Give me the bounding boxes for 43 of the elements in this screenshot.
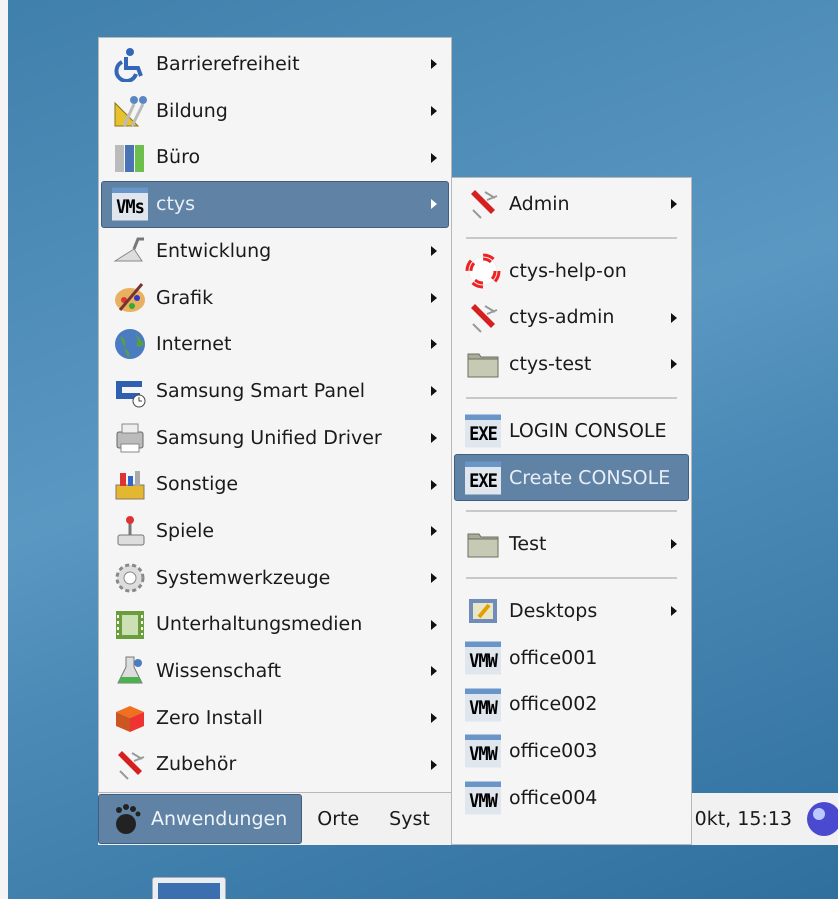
menu-item[interactable]: ctys-admin [454, 294, 689, 342]
menu-item[interactable]: Test [454, 521, 689, 568]
menu-item[interactable]: Sonstige [101, 461, 449, 508]
panel-menu-button[interactable]: Syst [374, 794, 445, 844]
menu-item[interactable]: VMW office003 [454, 728, 689, 775]
menu-item[interactable]: Spiele [101, 508, 449, 555]
program-icon: VMW [465, 734, 501, 768]
menu-item[interactable]: EXE LOGIN CONSOLE [454, 408, 689, 454]
program-icon: VMs [112, 188, 148, 221]
menu-item[interactable]: VMW office002 [454, 681, 689, 728]
desktop-icon[interactable] [152, 877, 226, 899]
menu-item[interactable]: VMW office004 [454, 774, 689, 822]
lifebuoy-icon [465, 253, 501, 290]
menu-item[interactable]: Unterhaltungsmedien [101, 601, 449, 648]
program-icon: VMW [465, 781, 501, 814]
menu-item[interactable]: Büro [101, 134, 449, 182]
menu-item[interactable]: Desktops [454, 588, 689, 634]
program-icon: EXE [465, 461, 501, 494]
panel-menu-button[interactable]: Orte [302, 794, 374, 844]
clock-text: 0kt, 15:13 [694, 806, 792, 832]
menu-item[interactable]: ctys-test [454, 341, 689, 388]
menu-item[interactable]: Systemwerkzeuge [101, 554, 449, 602]
menu-item[interactable]: Zero Install [101, 694, 449, 742]
program-icon: EXE [465, 414, 501, 448]
menu-item[interactable]: Admin [454, 181, 689, 228]
menu-item[interactable]: Grafik [101, 274, 449, 322]
program-icon: VMW [465, 641, 501, 674]
program-icon: VMW [465, 688, 501, 722]
menu-item[interactable]: VMW office001 [454, 634, 689, 682]
menu-item[interactable]: Samsung Smart Panel [101, 368, 449, 414]
menu-item[interactable]: Entwicklung [101, 228, 449, 274]
menu-item[interactable]: ctys-help-on [454, 248, 689, 294]
menu-item[interactable]: Samsung Unified Driver [101, 414, 449, 462]
menu-item[interactable]: Bildung [101, 88, 449, 134]
foot-icon [113, 803, 141, 835]
menu-item[interactable]: VMs ctys [101, 181, 449, 228]
menu-item[interactable]: EXE Create CONSOLE [454, 454, 689, 502]
menu-item[interactable]: Internet [101, 321, 449, 368]
menu-item[interactable]: Zubehör [101, 741, 449, 788]
menu-item[interactable]: Barrierefreiheit [101, 41, 449, 88]
menu-item[interactable]: Wissenschaft [101, 648, 449, 695]
panel-menu-button[interactable]: Anwendungen [98, 794, 302, 844]
ruler-scissors-icon [112, 93, 148, 130]
